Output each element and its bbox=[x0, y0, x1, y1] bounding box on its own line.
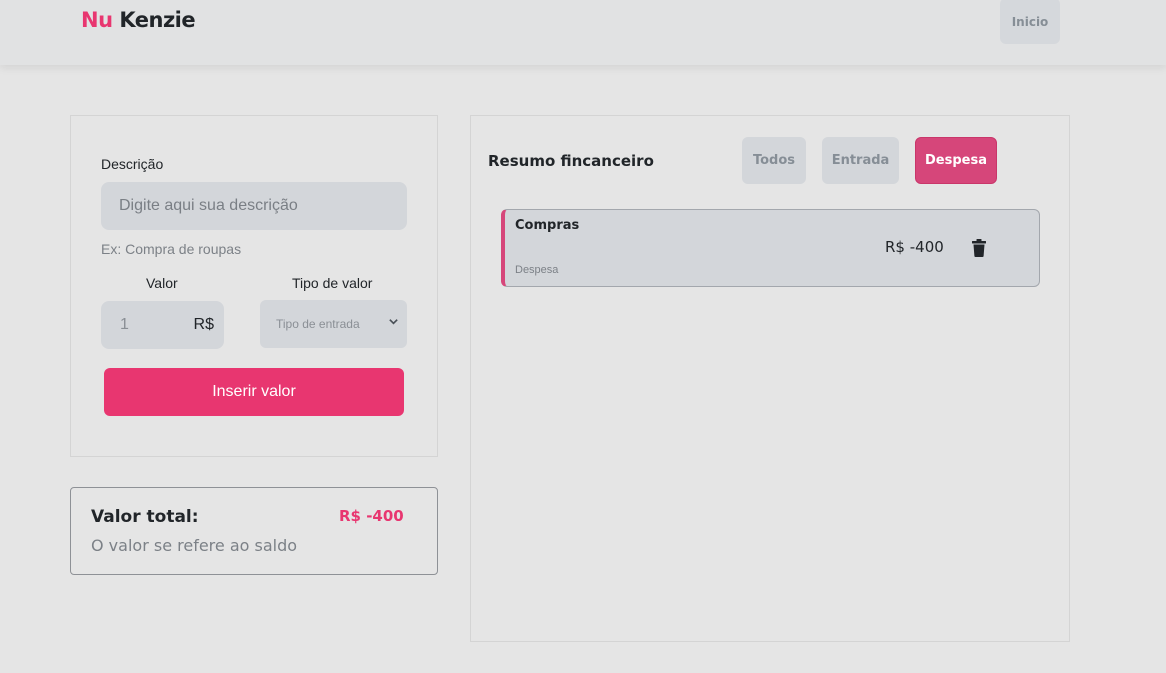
summary-title: Resumo fincanceiro bbox=[488, 152, 654, 170]
transaction-item: Compras Despesa R$ -400 bbox=[501, 209, 1040, 287]
transaction-value: R$ -400 bbox=[885, 238, 944, 256]
header-bar: Nu Kenzie Inicio bbox=[0, 0, 1166, 65]
chevron-down-icon bbox=[388, 314, 399, 330]
valor-input[interactable]: 1 R$ bbox=[101, 301, 224, 349]
descricao-input[interactable]: Digite aqui sua descrição bbox=[101, 182, 407, 230]
total-value: R$ -400 bbox=[339, 507, 404, 525]
transaction-description: Compras bbox=[515, 218, 580, 233]
descricao-hint: Ex: Compra de roupas bbox=[101, 241, 242, 257]
descricao-placeholder: Digite aqui sua descrição bbox=[119, 197, 298, 214]
total-label: Valor total: bbox=[91, 507, 199, 527]
descricao-label: Descrição bbox=[101, 156, 164, 172]
valor-value: 1 bbox=[120, 316, 129, 333]
tipo-selected-value: Tipo de entrada bbox=[276, 317, 360, 331]
transaction-type: Despesa bbox=[515, 264, 559, 276]
filter-todos-button[interactable]: Todos bbox=[742, 137, 806, 184]
currency-label: R$ bbox=[193, 316, 214, 333]
app-logo: Nu Kenzie bbox=[81, 8, 196, 32]
total-card: Valor total: R$ -400 O valor se refere a… bbox=[70, 487, 438, 575]
total-subtitle: O valor se refere ao saldo bbox=[91, 536, 298, 555]
tipo-select[interactable]: Tipo de entrada bbox=[260, 300, 407, 348]
inserir-valor-button[interactable]: Inserir valor bbox=[104, 368, 404, 416]
tipo-label: Tipo de valor bbox=[292, 275, 373, 291]
filter-entrada-button[interactable]: Entrada bbox=[822, 137, 899, 184]
logo-kenzie: Kenzie bbox=[119, 8, 196, 32]
financial-summary: Resumo fincanceiro Todos Entrada Despesa… bbox=[470, 115, 1070, 642]
logo-nu: Nu bbox=[81, 8, 113, 32]
inicio-button[interactable]: Inicio bbox=[1000, 0, 1060, 44]
valor-label: Valor bbox=[146, 275, 178, 291]
filter-despesa-button[interactable]: Despesa bbox=[915, 137, 997, 184]
trash-icon[interactable] bbox=[971, 239, 987, 257]
transaction-form: Descrição Digite aqui sua descrição Ex: … bbox=[70, 115, 438, 457]
